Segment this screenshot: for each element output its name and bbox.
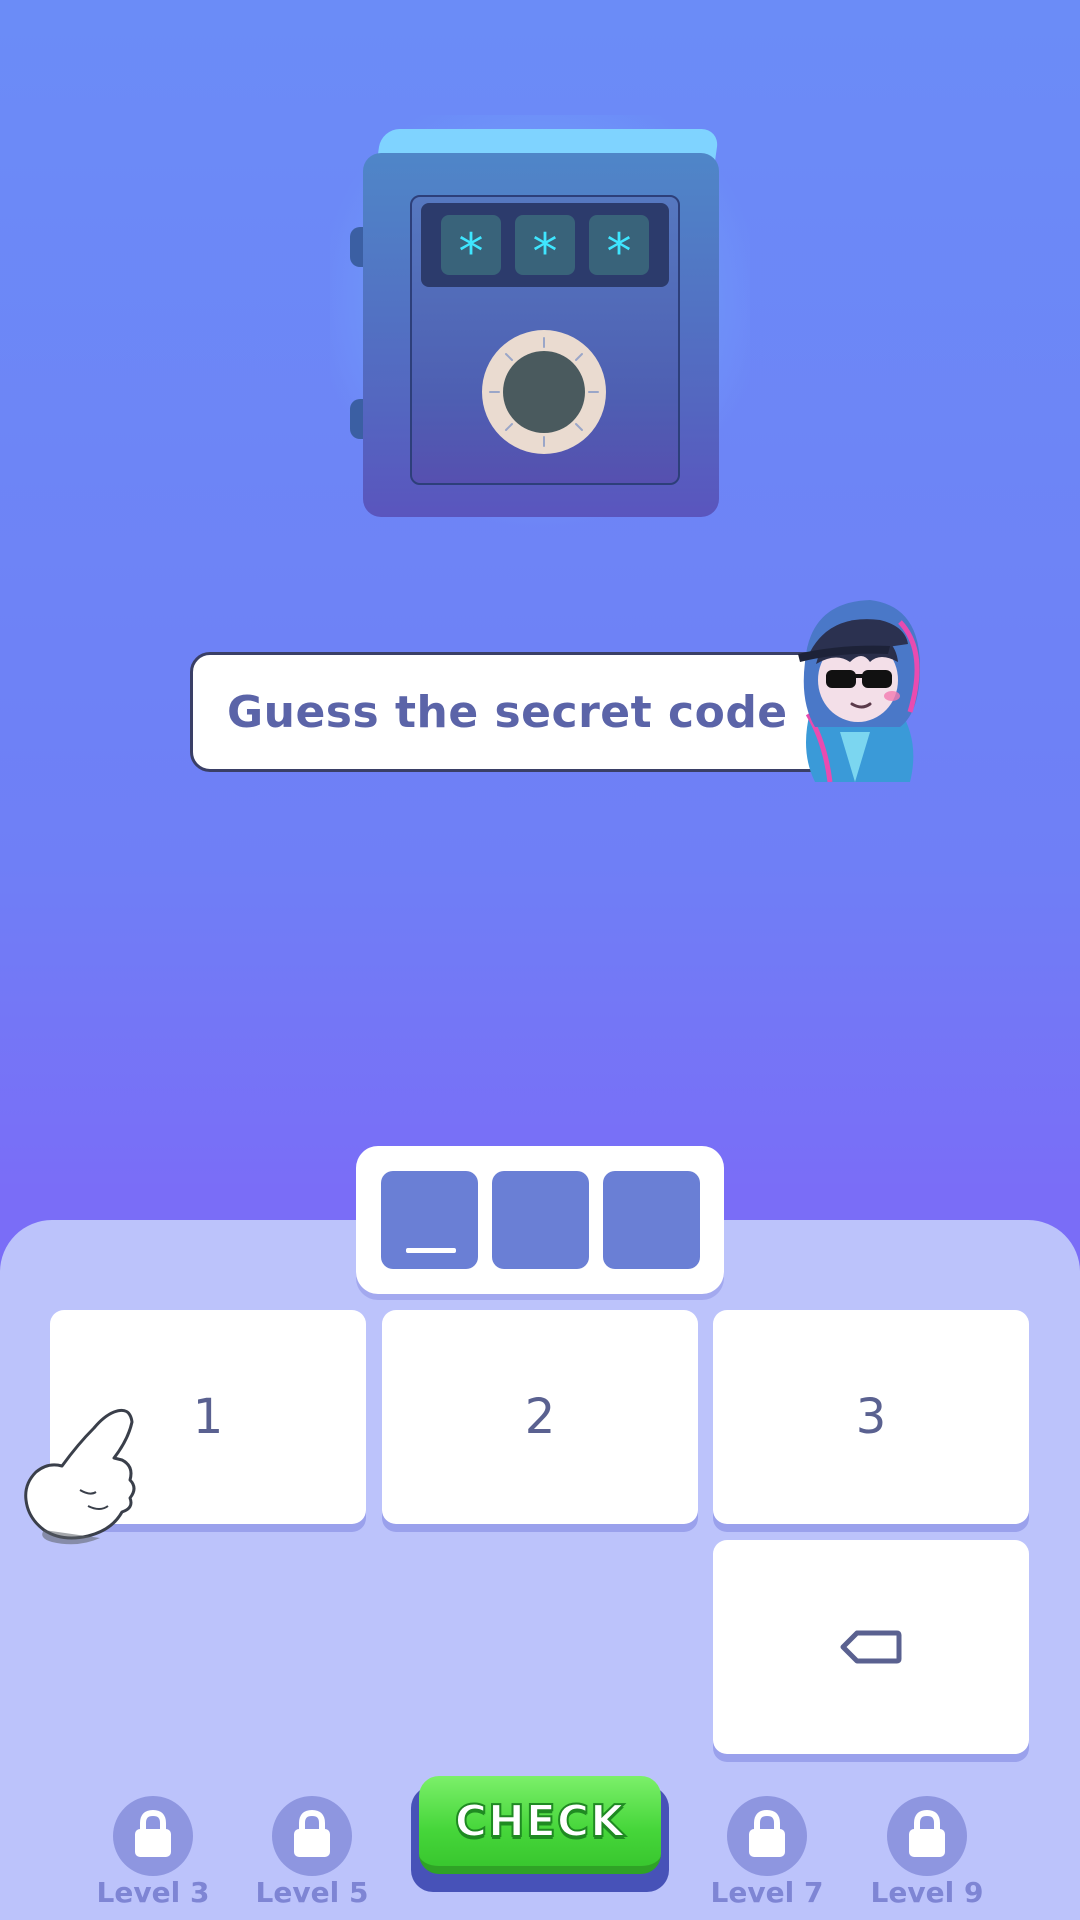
key-1-label: 1 (192, 1389, 224, 1445)
safe-code-display: * * * (421, 203, 669, 287)
level-label: Level 5 (255, 1876, 369, 1909)
level-label: Level 3 (96, 1876, 210, 1909)
character-avatar (798, 600, 920, 782)
key-3-label: 3 (855, 1389, 887, 1445)
safe-code-digit: * (441, 215, 501, 275)
safe-door: * * * (410, 195, 680, 485)
level-label: Level 9 (870, 1876, 984, 1909)
lock-icon (887, 1796, 967, 1876)
level-3-locked[interactable]: Level 3 (78, 1796, 228, 1909)
safe-dial-knob (503, 351, 585, 433)
backspace-button[interactable] (713, 1540, 1029, 1754)
lock-icon (727, 1796, 807, 1876)
safe: * * * (330, 115, 750, 535)
slot-cursor (405, 1248, 456, 1253)
key-3-button[interactable]: 3 (713, 1310, 1029, 1524)
hint-text: Guess the secret code (227, 687, 788, 738)
code-slot-3[interactable] (602, 1171, 700, 1269)
lock-icon (272, 1796, 352, 1876)
code-slot-2[interactable] (491, 1171, 589, 1269)
check-button[interactable]: CHECK (419, 1776, 661, 1874)
level-5-locked[interactable]: Level 5 (237, 1796, 387, 1909)
key-2-button[interactable]: 2 (382, 1310, 698, 1524)
safe-body: * * * (363, 153, 719, 517)
code-slot-1[interactable] (380, 1171, 478, 1269)
safe-code-digit: * (589, 215, 649, 275)
level-7-locked[interactable]: Level 7 (692, 1796, 842, 1909)
code-input (356, 1146, 724, 1294)
safe-code-digit: * (515, 215, 575, 275)
backspace-icon (840, 1630, 902, 1664)
safe-dial (482, 330, 606, 454)
level-label: Level 7 (710, 1876, 824, 1909)
tutorial-hand-icon (24, 1408, 136, 1545)
key-2-label: 2 (524, 1389, 556, 1445)
level-9-locked[interactable]: Level 9 (852, 1796, 1002, 1909)
check-label: CHECK (454, 1795, 626, 1848)
lock-icon (113, 1796, 193, 1876)
hint-bubble: Guess the secret code (190, 652, 830, 772)
